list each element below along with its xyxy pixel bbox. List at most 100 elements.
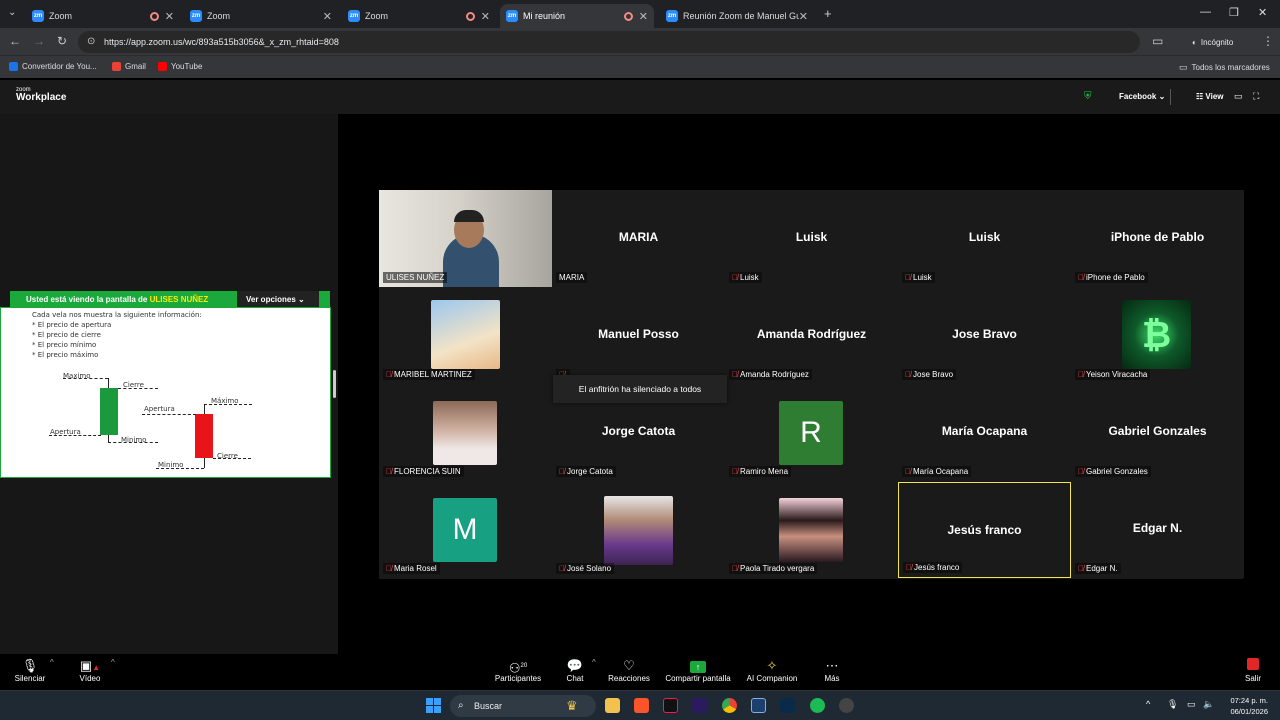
browser-tab-3[interactable]: zm Zoom ✕: [342, 4, 496, 28]
minimize-icon[interactable]: —: [1200, 6, 1211, 18]
browser-tab-4-active[interactable]: zm Mi reunión ✕: [500, 4, 654, 28]
profile-photo: [779, 498, 843, 562]
participant-name-label: 🎙̸ Jesús franco: [903, 562, 963, 573]
site-info-icon[interactable]: ⊙: [87, 36, 95, 47]
header-divider: [1170, 89, 1171, 105]
leave-button[interactable]: Salir: [1218, 658, 1280, 683]
bookmark-label: Convertidor de You...: [22, 62, 97, 71]
participant-name-label: 🎙̸ iPhone de Pablo: [1075, 272, 1148, 283]
vs-code-icon[interactable]: [751, 698, 766, 713]
profile-photo: [433, 401, 497, 465]
close-tab-icon[interactable]: ✕: [639, 10, 648, 23]
chrome-icon[interactable]: [722, 698, 737, 713]
panel-resize-handle[interactable]: [333, 370, 336, 398]
participant-tile-maria-ocapana[interactable]: María Ocapana 🎙̸ María Ocapana: [898, 384, 1071, 481]
tray-microphone-icon[interactable]: 🎙: [1167, 699, 1178, 710]
participant-tile-jose-solano[interactable]: 🎙̸ José Solano: [552, 481, 725, 578]
close-window-icon[interactable]: ✕: [1258, 6, 1267, 19]
taskbar-clock[interactable]: 07:24 p. m. 06/01/2026: [1230, 695, 1268, 717]
bookmark-youtube[interactable]: YouTube: [158, 62, 202, 71]
address-bar[interactable]: ⊙ https://app.zoom.us/wc/893a515b3056&_x…: [78, 31, 1140, 53]
windows-start-icon[interactable]: [426, 698, 441, 713]
participant-name: Gabriel Gonzales: [1086, 467, 1148, 476]
participant-name: Yeison Viracacha: [1086, 370, 1148, 379]
host-muted-all-toast: El anfitrión ha silenciado a todos: [553, 375, 727, 403]
taskbar-search[interactable]: ⌕ Buscar ♛: [450, 695, 596, 717]
facebook-dropdown[interactable]: Facebook ⌄: [1119, 92, 1165, 101]
tab-search-icon[interactable]: ⌄: [8, 7, 16, 18]
view-options-button[interactable]: Ver opciones ⌄: [237, 291, 319, 307]
share-screen-button[interactable]: ↑ Compartir pantalla: [653, 658, 743, 683]
participant-tile-jesus-franco-active-speaker[interactable]: Jesús franco 🎙̸ Jesús franco: [898, 482, 1071, 578]
tiktok-icon[interactable]: [663, 698, 678, 713]
participant-tile-edgar[interactable]: Edgar N. 🎙̸ Edgar N.: [1071, 481, 1244, 578]
fullscreen-icon[interactable]: ⛶: [1253, 91, 1259, 102]
participant-tile-amanda[interactable]: Amanda Rodríguez 🎙̸ Amanda Rodríguez: [725, 287, 898, 384]
participant-tile-luisk-1[interactable]: Luisk 🎙̸ Luisk: [725, 190, 898, 287]
brave-icon[interactable]: [634, 698, 649, 713]
close-tab-icon[interactable]: ✕: [323, 10, 332, 23]
participant-tile-ulises[interactable]: ULISES NUÑEZ: [379, 190, 552, 287]
presenter-name: ULISES NUÑEZ: [149, 294, 209, 304]
candle-label: Cierre: [123, 381, 144, 389]
chrome-menu-icon[interactable]: ⋮: [1262, 34, 1274, 48]
all-bookmarks-label: Todos los marcadores: [1191, 63, 1270, 72]
participant-tile-iphone-pablo[interactable]: iPhone de Pablo 🎙̸ iPhone de Pablo: [1071, 190, 1244, 287]
close-tab-icon[interactable]: ✕: [165, 10, 174, 23]
encryption-shield-icon[interactable]: ⛨: [1084, 91, 1092, 102]
view-button[interactable]: ☷ View: [1196, 92, 1224, 101]
participant-tile-florencia[interactable]: 🎙̸ FLORENCIA SUIN: [379, 384, 552, 481]
incognito-badge[interactable]: ◐ Incógnito: [1186, 33, 1239, 51]
participant-tile-maria-rosel[interactable]: M 🎙̸ Maria Rosel: [379, 481, 552, 578]
more-button[interactable]: ⋯ Más: [797, 658, 867, 683]
participant-tile-paola[interactable]: 🎙̸ Paola Tirado vergara: [725, 481, 898, 578]
muted-mic-icon: 🎙̸: [905, 370, 911, 379]
volume-icon[interactable]: 🔈: [1203, 699, 1214, 710]
participant-tile-gabriel[interactable]: Gabriel Gonzales 🎙̸ Gabriel Gonzales: [1071, 384, 1244, 481]
all-bookmarks-button[interactable]: ▭ Todos los marcadores: [1179, 62, 1270, 73]
browser-tab-1[interactable]: zm Zoom ✕: [26, 4, 180, 28]
tray-chevron-icon[interactable]: ^: [1146, 699, 1150, 709]
close-tab-icon[interactable]: ✕: [799, 10, 808, 23]
maximize-icon[interactable]: ❐: [1229, 6, 1239, 19]
bookmark-gmail[interactable]: Gmail: [112, 62, 146, 71]
forward-icon[interactable]: →: [33, 34, 45, 48]
video-options-chevron-icon[interactable]: ^: [111, 658, 115, 667]
network-icon[interactable]: ▭: [1187, 699, 1196, 710]
spotify-icon[interactable]: [810, 698, 825, 713]
participant-name-label: 🎙̸ Yeison Viracacha: [1075, 369, 1151, 380]
participant-name-label: 🎙̸ Amanda Rodríguez: [729, 369, 812, 380]
participant-name: MARIA: [559, 273, 585, 282]
participant-tile-luisk-2[interactable]: Luisk 🎙̸ Luisk: [898, 190, 1071, 287]
browser-tab-5[interactable]: zm Reunión Zoom de Manuel Guti ✕: [660, 4, 814, 28]
bookmark-converter[interactable]: Convertidor de You...: [9, 62, 97, 71]
participant-tile-maribel[interactable]: 🎙̸ MARIBEL MARTINEZ: [379, 287, 552, 384]
participant-name: FLORENCIA SUIN: [394, 467, 461, 476]
app-icon[interactable]: [839, 698, 854, 713]
participant-tile-ramiro[interactable]: R 🎙̸ Ramiro Mena: [725, 384, 898, 481]
reload-icon[interactable]: ↻: [57, 34, 67, 48]
participant-tile-maria[interactable]: MARIA MARIA: [552, 190, 725, 287]
search-placeholder: Buscar: [474, 701, 503, 711]
participant-display-name: Amanda Rodríguez: [756, 327, 867, 341]
crown-icon: ♛: [566, 698, 578, 713]
window-mode-icon[interactable]: ▭: [1234, 91, 1243, 102]
participant-tile-yeison[interactable]: ₿ 🎙̸ Yeison Viracacha: [1071, 287, 1244, 384]
audio-options-chevron-icon[interactable]: ^: [50, 658, 54, 667]
candle-label: Minimo: [158, 461, 184, 469]
new-tab-button[interactable]: +: [824, 6, 832, 21]
participant-tile-manuel-posso[interactable]: Manuel Posso 🎙̸: [552, 287, 725, 384]
zoom-favicon-icon: zm: [32, 10, 44, 22]
reading-mode-icon[interactable]: ▭: [1152, 34, 1163, 48]
photoshop-icon[interactable]: [780, 698, 795, 713]
tab-title: Zoom: [365, 11, 389, 21]
file-explorer-icon[interactable]: [605, 698, 620, 713]
close-tab-icon[interactable]: ✕: [481, 10, 490, 23]
premiere-icon[interactable]: [692, 698, 707, 713]
participant-tile-jose-bravo[interactable]: Jose Bravo 🎙̸ Jose Bravo: [898, 287, 1071, 384]
participant-display-name: Jorge Catota: [601, 424, 676, 438]
more-icon: ⋯: [825, 658, 839, 673]
browser-tab-2[interactable]: zm Zoom ✕: [184, 4, 338, 28]
back-icon[interactable]: ←: [9, 34, 21, 48]
shared-bullet: * El precio de cierre: [32, 331, 101, 339]
